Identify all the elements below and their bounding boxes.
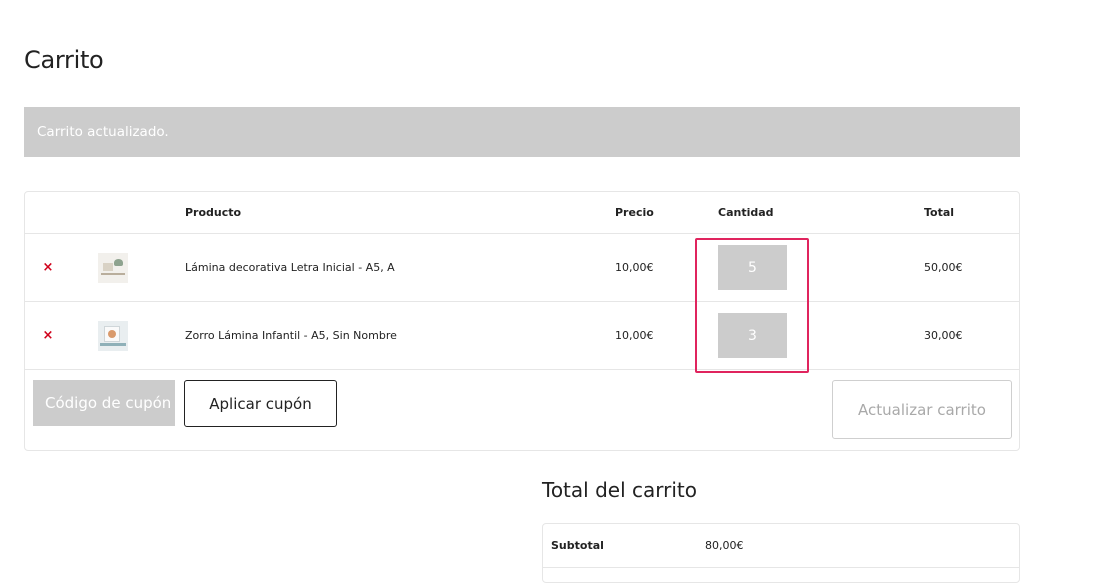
product-name-link[interactable]: Lámina decorativa Letra Inicial - A5, A [185,234,395,301]
remove-item-icon[interactable]: × [38,234,58,301]
product-thumbnail[interactable] [98,234,130,301]
header-product: Producto [185,206,242,219]
product-name-link[interactable]: Zorro Lámina Infantil - A5, Sin Nombre [185,302,397,369]
cart-totals-title: Total del carrito [542,478,697,502]
cart-updated-notice: Carrito actualizado. [24,107,1020,157]
product-price: 10,00€ [615,261,654,274]
product-image[interactable] [98,252,128,283]
table-row: × Zorro Lámina Infantil - A5, Sin Nombre… [25,302,1019,370]
coupon-code-input[interactable]: Código de cupón [33,380,175,426]
line-total: 30,00€ [924,329,963,342]
subtotal-label: Subtotal [551,539,604,552]
header-quantity: Cantidad [718,206,774,219]
product-thumbnail[interactable] [98,302,130,369]
cart-table-header: Producto Precio Cantidad Total [25,192,1019,234]
table-row: × Lámina decorativa Letra Inicial - A5, … [25,234,1019,302]
quantity-highlight-box [695,238,809,373]
product-image[interactable] [98,320,128,351]
cart-totals-table: Subtotal 80,00€ [542,523,1020,583]
header-total: Total [924,206,955,219]
cart-table: Producto Precio Cantidad Total × Lámina … [24,191,1020,451]
header-price: Precio [615,206,654,219]
remove-item-icon[interactable]: × [38,302,58,369]
update-cart-button[interactable]: Actualizar carrito [832,380,1012,439]
page-title: Carrito [24,46,104,74]
apply-coupon-button[interactable]: Aplicar cupón [184,380,337,427]
subtotal-row: Subtotal 80,00€ [543,524,1019,568]
product-price: 10,00€ [615,329,654,342]
line-total: 50,00€ [924,261,963,274]
subtotal-value: 80,00€ [705,539,744,552]
